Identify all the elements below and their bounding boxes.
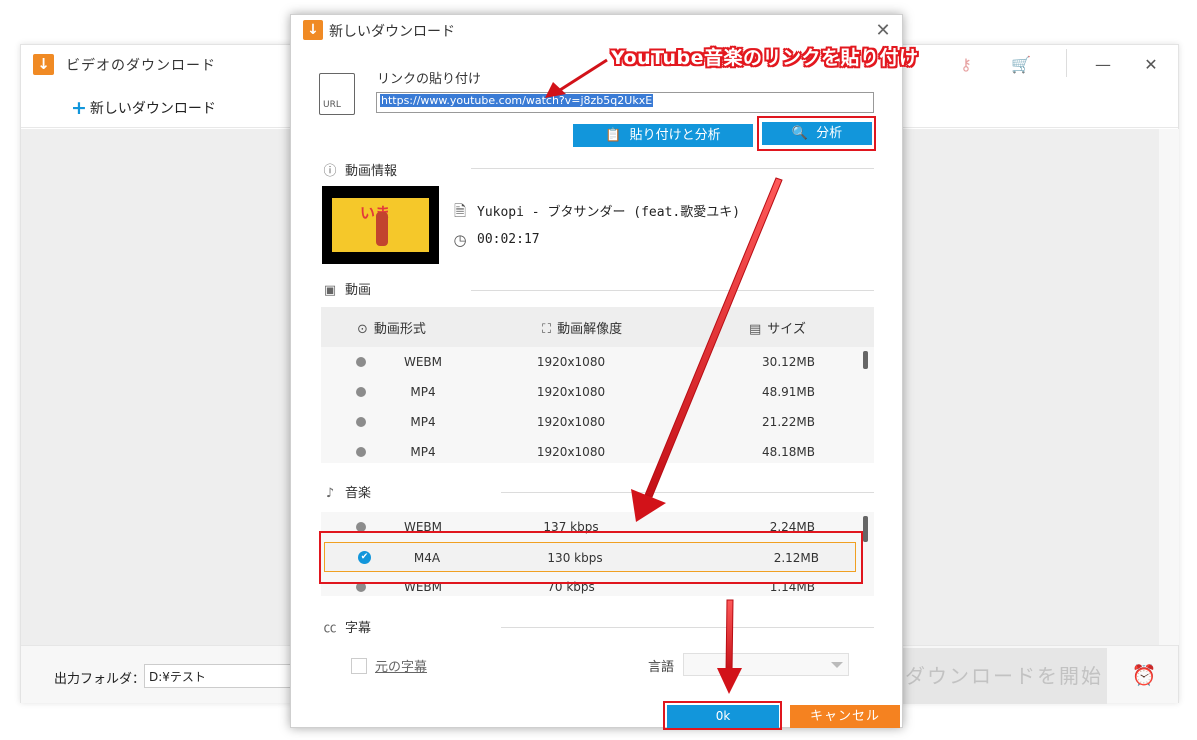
original-subtitle-link[interactable]: 元の字幕 xyxy=(375,656,427,675)
subtitle-section: ㏄字幕 xyxy=(321,617,371,636)
video-list-scrollbar[interactable] xyxy=(863,351,868,369)
size-cell: 48.18MB xyxy=(762,445,815,459)
main-scrollbar[interactable] xyxy=(1159,129,1179,645)
clipboard-search-icon: 📋 xyxy=(605,128,622,143)
cc-icon: ㏄ xyxy=(323,621,337,636)
video-row[interactable]: MP4 1920x1080 21.22MB xyxy=(321,407,857,437)
radio-button[interactable] xyxy=(356,357,366,367)
paste-and-analyze-button[interactable]: 📋 貼り付けと分析 xyxy=(573,124,753,147)
new-download-button[interactable]: + 新しいダウンロード xyxy=(71,97,216,119)
music-list-scrollbar[interactable] xyxy=(863,516,868,542)
resolution-cell: 1920x1080 xyxy=(536,415,606,429)
video-format-icon: ⊙ xyxy=(357,322,368,337)
plus-icon: + xyxy=(71,97,87,119)
output-folder-field[interactable]: D:¥テスト xyxy=(144,664,294,688)
language-dropdown[interactable] xyxy=(683,653,849,676)
dialog-title: 新しいダウンロード xyxy=(329,24,455,40)
info-icon: ⓘ xyxy=(323,164,337,179)
annotation-box-analyze xyxy=(757,116,876,151)
output-folder-label: 出力フォルダ： xyxy=(54,672,146,687)
size-icon: ▤ xyxy=(749,322,762,337)
video-section-label: 動画 xyxy=(345,283,372,298)
size-header-label: サイズ xyxy=(767,322,806,337)
format-cell: MP4 xyxy=(410,415,436,429)
format-column-header: ⊙ 動画形式 xyxy=(357,318,426,337)
video-thumbnail: いま xyxy=(322,186,439,264)
paste-link-label: リンクの貼り付け xyxy=(377,72,482,87)
format-header-label: 動画形式 xyxy=(373,322,426,337)
radio-button[interactable] xyxy=(356,447,366,457)
cancel-button[interactable]: キャンセル xyxy=(790,705,900,728)
format-cell: MP4 xyxy=(410,445,436,459)
format-cell: WEBM xyxy=(403,355,443,369)
new-download-label: 新しいダウンロード xyxy=(89,101,216,117)
chevron-down-icon xyxy=(831,662,843,668)
start-download-button[interactable]: ダウンロードを開始 xyxy=(901,648,1107,704)
url-value: https://www.youtube.com/watch?v=j8zb5q2U… xyxy=(380,94,654,107)
video-duration: 00:02:17 xyxy=(477,232,540,247)
radio-button[interactable] xyxy=(356,417,366,427)
music-section-label: 音楽 xyxy=(345,486,372,501)
format-cell: MP4 xyxy=(410,385,436,399)
resolution-cell: 1920x1080 xyxy=(536,355,606,369)
resolution-cell: 1920x1080 xyxy=(536,385,606,399)
video-table-header: ⊙ 動画形式 ⛶ 動画解像度 ▤ サイズ xyxy=(321,307,874,347)
minimize-icon[interactable]: — xyxy=(1091,53,1115,77)
divider xyxy=(501,492,874,493)
divider xyxy=(471,168,874,169)
video-row[interactable]: MP4 1920x1080 48.91MB xyxy=(321,377,857,407)
annotation-box-ok xyxy=(663,701,782,730)
music-note-icon: ♪ xyxy=(325,486,335,501)
video-row[interactable]: MP4 1920x1080 48.18MB xyxy=(321,437,857,463)
resolution-column-header: ⛶ 動画解像度 xyxy=(542,318,622,337)
paste-analyze-label: 貼り付けと分析 xyxy=(629,128,721,143)
divider xyxy=(501,627,874,628)
subtitle-section-label: 字幕 xyxy=(345,621,372,636)
size-cell: 48.91MB xyxy=(762,385,815,399)
video-title: Yukopi - ブタサンダー (feat.歌愛ユキ) xyxy=(477,205,741,220)
close-icon[interactable]: ✕ xyxy=(1139,53,1163,77)
size-column-header: ▤ サイズ xyxy=(749,318,806,337)
video-format-list: WEBM 1920x1080 30.12MB MP4 1920x1080 48.91MB… xyxy=(321,347,874,463)
alarm-clock-icon[interactable]: ⏰ xyxy=(1131,662,1157,688)
music-section: ♪ 音楽 xyxy=(321,482,371,501)
clock-icon: ◷ xyxy=(453,231,467,249)
size-cell: 21.22MB xyxy=(762,415,815,429)
annotation-callout: YouTube音楽のリンクを貼り付け xyxy=(611,47,919,69)
app-logo-icon: ↓ xyxy=(33,54,54,75)
original-subtitle-checkbox[interactable] xyxy=(351,658,367,674)
resolution-icon: ⛶ xyxy=(542,322,552,337)
titlebar-divider xyxy=(1066,49,1067,77)
video-row[interactable]: WEBM 1920x1080 30.12MB xyxy=(321,347,857,377)
cart-icon[interactable]: 🛒 xyxy=(1009,53,1033,77)
video-info-label: 動画情報 xyxy=(345,164,398,179)
language-label: 言語 xyxy=(648,660,675,675)
resolution-header-label: 動画解像度 xyxy=(557,322,623,337)
size-cell: 30.12MB xyxy=(762,355,815,369)
key-icon[interactable]: ⚷ xyxy=(954,53,978,77)
url-file-icon: URL xyxy=(319,73,355,115)
main-window-title: ビデオのダウンロード xyxy=(66,58,216,74)
url-input[interactable]: https://www.youtube.com/watch?v=j8zb5q2U… xyxy=(376,92,874,113)
video-section: ▣ 動画 xyxy=(321,279,371,298)
dialog-close-icon[interactable]: ✕ xyxy=(872,20,894,42)
divider xyxy=(471,290,874,291)
dialog-logo-icon: ↓ xyxy=(303,20,323,40)
document-icon: 🗎 xyxy=(453,202,467,220)
video-info-section: ⓘ 動画情報 xyxy=(321,160,397,179)
radio-button[interactable] xyxy=(356,387,366,397)
annotation-box-m4a xyxy=(319,531,863,584)
film-icon: ▣ xyxy=(323,283,337,298)
resolution-cell: 1920x1080 xyxy=(536,445,606,459)
